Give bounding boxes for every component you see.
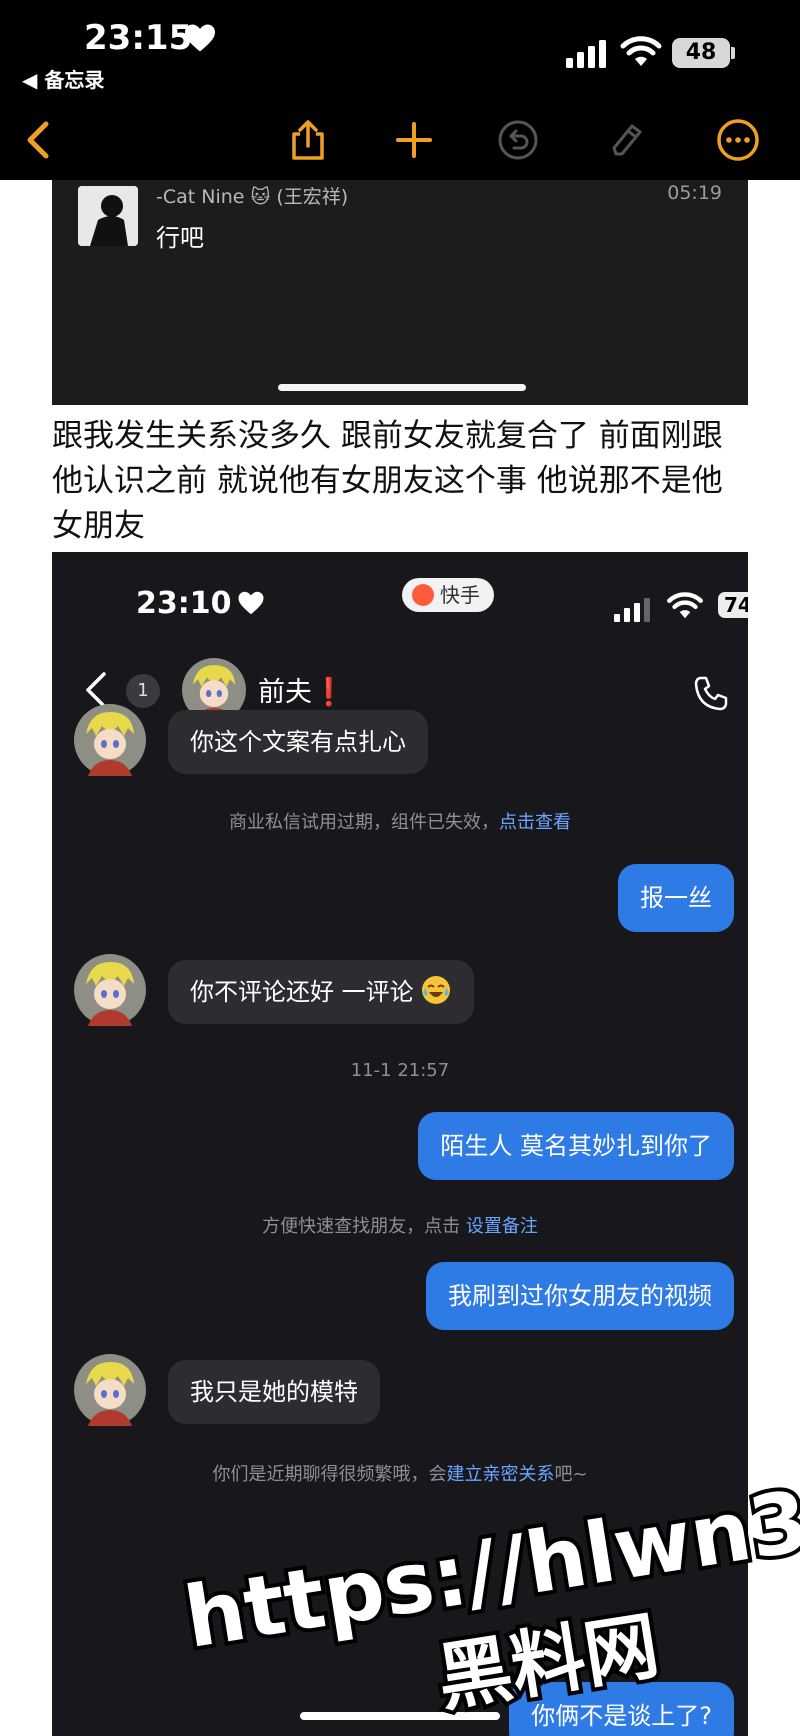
- share-icon[interactable]: [286, 118, 330, 162]
- contact-message-avatar[interactable]: [74, 954, 146, 1026]
- incoming-message[interactable]: 我只是她的模特: [168, 1360, 380, 1424]
- system-notice: 商业私信试用过期，组件已失效，点击查看: [52, 808, 748, 834]
- sender-avatar: [78, 186, 138, 246]
- home-indicator: [278, 384, 526, 391]
- system-notice-suffix: 吧~: [554, 1464, 588, 1485]
- markup-pen-icon[interactable]: [606, 118, 650, 162]
- unread-count-badge: 1: [126, 674, 160, 708]
- cellular-signal-icon: [614, 598, 650, 622]
- contact-name-text: 前夫: [258, 677, 312, 708]
- system-notice-text: 方便快速查找朋友，点击: [262, 1216, 466, 1237]
- chat-timestamp: 11-1 21:57: [350, 1060, 450, 1081]
- alert-mark: ❗: [312, 677, 346, 708]
- heart-icon: [185, 24, 215, 52]
- plus-icon[interactable]: [392, 118, 436, 162]
- sender-name: -Cat Nine 🐱 (王宏祥): [156, 186, 349, 208]
- embedded-screenshot-2: 23:10 快手 74 1 前夫❗ 你这个文案有点扎心 商业私信试用过期，组件已…: [52, 552, 748, 1736]
- home-indicator: [300, 1712, 500, 1720]
- system-notice: 你们是近期聊得很频繁哦，会建立亲密关系吧~: [52, 1460, 748, 1486]
- wifi-icon: [667, 592, 703, 619]
- contact-name: 前夫❗: [258, 670, 346, 709]
- status-and-toolbar: 23:15 ◀ 备忘录 48: [0, 0, 800, 180]
- crying-laughing-emoji-icon: [421, 976, 450, 1004]
- chevron-left-icon[interactable]: [18, 118, 62, 162]
- message-text: 行吧: [156, 224, 204, 252]
- contact-message-avatar[interactable]: [74, 1354, 146, 1426]
- app-badge-label: 快手: [440, 583, 480, 607]
- view-details-link[interactable]: 点击查看: [499, 812, 571, 833]
- app-badge: 快手: [402, 578, 494, 612]
- incoming-message-text: 你不评论还好 一评论: [190, 978, 414, 1006]
- incoming-message[interactable]: 你不评论还好 一评论: [168, 960, 474, 1024]
- battery-indicator: 74: [718, 592, 748, 618]
- outgoing-message[interactable]: 你俩不是谈上了?: [509, 1682, 734, 1736]
- system-notice: 方便快速查找朋友，点击 设置备注: [52, 1212, 748, 1238]
- system-notice-text: 商业私信试用过期，组件已失效，: [229, 812, 499, 833]
- intimacy-link[interactable]: 建立亲密关系: [446, 1464, 554, 1485]
- outgoing-message[interactable]: 我刷到过你女朋友的视频: [426, 1262, 734, 1330]
- heart-icon: [238, 591, 264, 615]
- phone-call-icon[interactable]: [692, 674, 730, 712]
- battery-indicator: 48: [672, 38, 730, 68]
- outgoing-message[interactable]: 陌生人 莫名其妙扎到你了: [418, 1112, 734, 1180]
- system-notice-text: 你们是近期聊得很频繁哦，会: [212, 1464, 447, 1485]
- set-remark-link[interactable]: 设置备注: [466, 1216, 538, 1237]
- wifi-icon: [620, 36, 662, 66]
- contact-message-avatar[interactable]: [74, 704, 146, 776]
- embedded-screenshot-1: -Cat Nine 🐱 (王宏祥) 05:19 行吧: [52, 180, 748, 405]
- outgoing-message[interactable]: 报一丝: [618, 864, 734, 932]
- cellular-signal-icon: [566, 40, 606, 68]
- message-time: 05:19: [667, 182, 722, 204]
- battery-tip: [731, 47, 735, 59]
- kuaishou-logo-icon: [412, 583, 434, 606]
- note-body-text[interactable]: 跟我发生关系没多久 跟前女友就复合了 前面刚跟他认识之前 就说他有女朋友这个事 …: [52, 414, 752, 549]
- chat-status-time: 23:10: [136, 586, 232, 621]
- back-to-app-link[interactable]: ◀ 备忘录: [22, 64, 104, 93]
- more-icon[interactable]: [716, 118, 760, 162]
- status-time: 23:15: [84, 18, 193, 58]
- undo-icon[interactable]: [496, 118, 540, 162]
- incoming-message[interactable]: 你这个文案有点扎心: [168, 710, 428, 774]
